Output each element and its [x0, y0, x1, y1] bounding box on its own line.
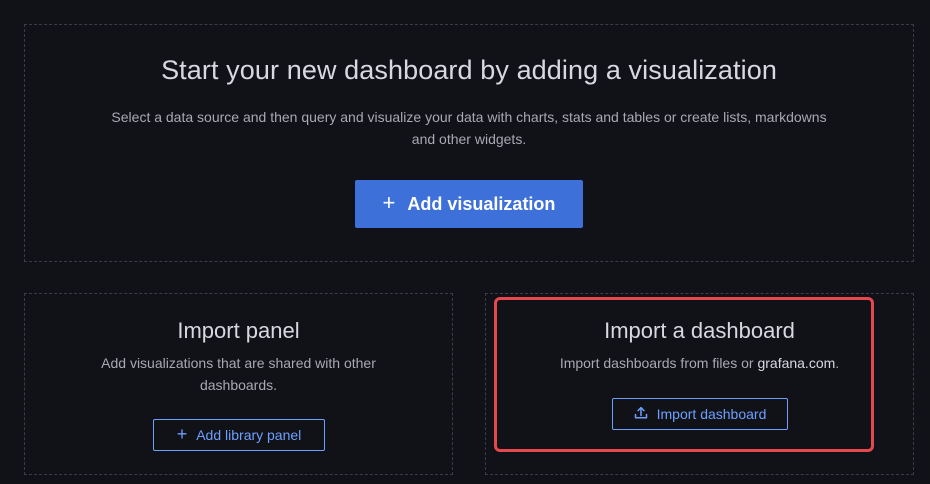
import-dashboard-button[interactable]: Import dashboard	[612, 398, 788, 430]
import-panel-card: Import panel Add visualizations that are…	[24, 293, 453, 475]
add-library-panel-label: Add library panel	[196, 427, 302, 443]
import-panel-description: Add visualizations that are shared with …	[101, 355, 376, 393]
import-panel-title: Import panel	[177, 318, 300, 343]
import-dashboard-card: Import a dashboard Import dashboards fro…	[485, 293, 914, 475]
add-visualization-card: Start your new dashboard by adding a vis…	[24, 24, 914, 262]
import-dashboard-description: Import dashboards from files or grafana.…	[536, 352, 863, 374]
plus-icon: +	[382, 190, 396, 215]
hero-title: Start your new dashboard by adding a vis…	[161, 55, 777, 85]
upload-icon	[634, 406, 648, 423]
grafana-link[interactable]: grafana.com	[757, 355, 835, 371]
import-dashboard-title: Import a dashboard	[604, 318, 795, 343]
add-visualization-button[interactable]: + Add visualization	[355, 180, 583, 228]
hero-description: Select a data source and then query and …	[111, 109, 827, 147]
import-dashboard-label: Import dashboard	[656, 406, 767, 422]
add-visualization-label: Add visualization	[407, 193, 556, 214]
add-library-panel-button[interactable]: + Add library panel	[153, 419, 325, 451]
plus-icon: +	[176, 424, 188, 444]
import-dashboard-description-text: Import dashboards from files or	[559, 355, 758, 371]
import-dashboard-description-end: .	[835, 355, 840, 371]
